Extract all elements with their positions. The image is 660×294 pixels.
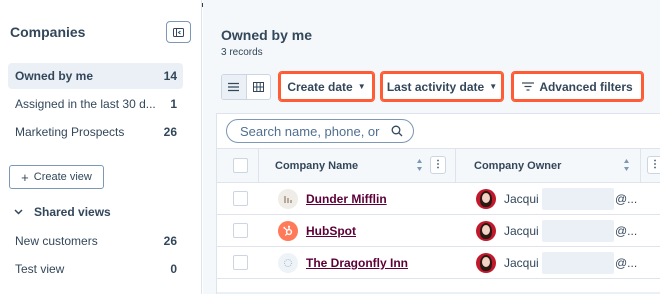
table-row: The Dragonfly Inn Jacqui @... — [217, 247, 660, 279]
view-item-test-view[interactable]: Test view 0 — [8, 256, 183, 282]
view-item-owned-by-me[interactable]: Owned by me 14 — [8, 63, 183, 89]
search-box — [226, 119, 414, 143]
select-all-checkbox[interactable] — [233, 158, 248, 173]
view-item-label: New customers — [15, 234, 98, 248]
column-divider — [640, 149, 641, 183]
collapse-sidebar-button[interactable] — [166, 21, 191, 43]
page-title: Owned by me — [221, 27, 313, 43]
search-input[interactable] — [240, 123, 380, 139]
owner-name: Jacqui — [504, 224, 539, 238]
filter-label: Create date — [287, 79, 353, 94]
redacted-email — [542, 220, 614, 242]
board-view-button[interactable] — [247, 75, 271, 99]
owner-name: Jacqui — [504, 256, 539, 270]
avatar — [476, 221, 496, 241]
view-item-label: Owned by me — [15, 69, 94, 83]
shared-views-toggle[interactable]: Shared views — [14, 205, 111, 219]
owner-email-suffix: @... — [615, 192, 638, 206]
column-options-button[interactable]: ⋮ — [430, 156, 446, 174]
view-item-assigned-last-30[interactable]: Assigned in the last 30 d... 1 — [8, 91, 183, 117]
redacted-email — [542, 188, 614, 210]
sort-icon[interactable] — [623, 158, 630, 172]
row-checkbox[interactable] — [233, 223, 248, 238]
view-item-count: 26 — [163, 125, 177, 139]
search-icon — [391, 125, 403, 137]
avatar — [476, 253, 496, 273]
company-link[interactable]: The Dragonfly Inn — [306, 256, 408, 270]
sidebar-title: Companies — [10, 24, 86, 40]
row-checkbox[interactable] — [233, 255, 248, 270]
column-divider — [455, 149, 456, 183]
more-vertical-icon: ⋮ — [433, 159, 443, 170]
sort-icon[interactable] — [416, 158, 423, 172]
advanced-filters-button[interactable]: Advanced filters — [511, 71, 644, 102]
list-view-button[interactable] — [222, 75, 247, 99]
owner-email-suffix: @... — [615, 256, 638, 270]
view-item-count: 26 — [163, 234, 177, 248]
view-item-label: Test view — [15, 262, 65, 276]
shared-views-label: Shared views — [34, 205, 111, 219]
view-item-label: Marketing Prospects — [15, 125, 125, 139]
view-item-count: 14 — [163, 69, 177, 83]
company-link[interactable]: Dunder Mifflin — [306, 192, 387, 206]
table-header: Company Name ⋮ Company Owner ⋮ — [217, 148, 660, 183]
last-activity-date-filter[interactable]: Last activity date ▼ — [380, 71, 504, 102]
create-view-button[interactable]: + Create view — [9, 165, 104, 189]
records-table: Company Name ⋮ Company Owner ⋮ Dunder Mi… — [216, 113, 660, 294]
redacted-email — [542, 252, 614, 274]
list-icon — [228, 82, 240, 92]
grid-icon — [252, 82, 264, 92]
row-checkbox[interactable] — [233, 191, 248, 206]
views-sidebar: Companies Owned by me 14 Assigned in the… — [0, 0, 202, 294]
filter-label: Advanced filters — [539, 79, 633, 94]
collapse-icon — [173, 27, 184, 37]
owner-email-suffix: @... — [615, 224, 638, 238]
view-item-marketing-prospects[interactable]: Marketing Prospects 26 — [8, 119, 183, 145]
avatar — [476, 189, 496, 209]
dragonfly-logo-icon — [278, 253, 298, 273]
view-mode-toggle — [221, 74, 271, 100]
plus-icon: + — [21, 169, 29, 185]
main-panel: Owned by me 3 records Create date ▼ Last… — [203, 0, 660, 294]
table-row: HubSpot Jacqui @... — [217, 215, 660, 247]
owner-name: Jacqui — [504, 192, 539, 206]
record-count: 3 records — [221, 47, 263, 58]
create-date-filter[interactable]: Create date ▼ — [278, 71, 375, 102]
company-link[interactable]: HubSpot — [306, 224, 356, 238]
caret-down-icon: ▼ — [489, 82, 498, 91]
column-header-company-name[interactable]: Company Name — [275, 160, 358, 172]
view-item-new-customers[interactable]: New customers 26 — [8, 228, 183, 254]
table-row: Dunder Mifflin Jacqui @... — [217, 183, 660, 215]
view-item-count: 1 — [170, 97, 177, 111]
create-view-label: Create view — [33, 171, 92, 183]
hubspot-sprocket-icon — [278, 221, 298, 241]
view-item-count: 0 — [170, 262, 177, 276]
filter-icon — [522, 82, 535, 91]
building-icon — [278, 189, 298, 209]
filter-label: Last activity date — [386, 79, 485, 94]
column-header-company-owner[interactable]: Company Owner — [474, 160, 561, 172]
column-divider — [258, 149, 259, 183]
more-vertical-icon: ⋮ — [650, 159, 660, 170]
caret-down-icon: ▼ — [357, 82, 366, 91]
column-options-button[interactable]: ⋮ — [647, 156, 660, 174]
view-item-label: Assigned in the last 30 d... — [15, 97, 156, 111]
chevron-down-icon — [14, 209, 23, 215]
